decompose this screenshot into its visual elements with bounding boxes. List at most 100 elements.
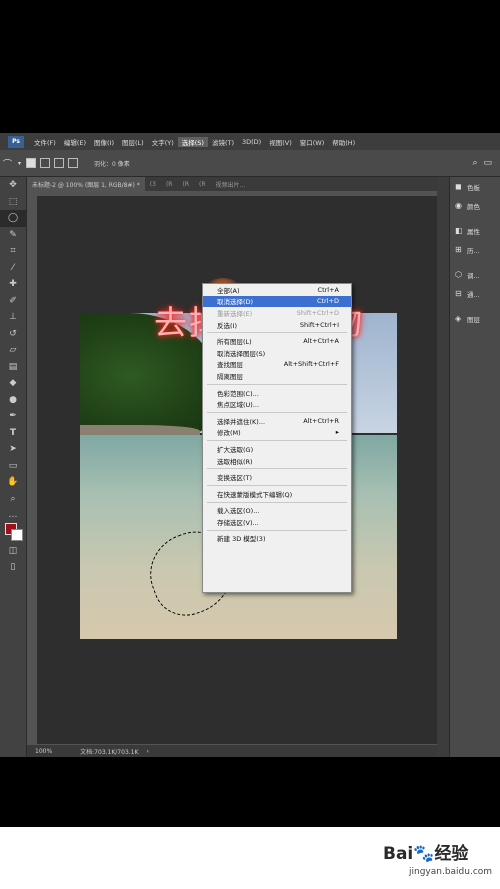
zoom-tool-icon[interactable]: ⌕	[0, 491, 26, 508]
menu-item-label: 选取相似(R)	[217, 457, 253, 466]
select-menu-item[interactable]: 新建 3D 模型(3)	[203, 533, 351, 545]
type-tool-icon[interactable]: T	[0, 425, 26, 442]
document-tab[interactable]: (3	[144, 177, 161, 191]
marquee-tool-icon[interactable]: ⬚	[0, 194, 26, 211]
document-tab[interactable]: 视频出片...	[210, 177, 251, 191]
document-tab[interactable]: (R	[177, 177, 194, 191]
select-menu-item[interactable]: 色彩范围(C)...	[203, 387, 351, 399]
bottom-letterbox	[0, 757, 500, 827]
menu-9[interactable]: 窗口(W)	[296, 137, 329, 147]
menu-item-label: 取消选择图层(S)	[217, 349, 266, 358]
menu-item-label: 所有图层(L)	[217, 338, 252, 347]
panel-label: 属性	[467, 227, 480, 236]
document-tab[interactable]: 未标题-2 @ 100% (图层 1, RGB/8#) *	[27, 177, 145, 191]
select-menu-item[interactable]: 在快速蒙版模式下编辑(Q)	[203, 488, 351, 500]
panel-button[interactable]: ⊞ 历...	[450, 240, 500, 259]
menu-item-label: 重新选择(E)	[217, 309, 253, 318]
move-tool-icon[interactable]: ✥	[0, 177, 26, 194]
tools-panel: ✥ ⬚ ◯ ✎ ⌗ ⁄ ✚ ✐ ⊥ ↺ ▱ ▤ ◆ ● ✒ T ➤ ▭ ✋ ⌕ …	[0, 177, 27, 757]
zoom-level[interactable]: 100%	[35, 748, 52, 755]
quick-mask-icon[interactable]: ◫	[0, 543, 26, 560]
dodge-tool-icon[interactable]: ●	[0, 392, 26, 409]
select-menu-item[interactable]: 取消选择图层(S)	[203, 347, 351, 359]
crop-tool-icon[interactable]: ⌗	[0, 243, 26, 260]
menu-5[interactable]: 选择(S)	[177, 136, 208, 147]
lasso-tool-icon[interactable]: ⌒	[3, 157, 12, 170]
background-color-swatch[interactable]	[11, 529, 23, 541]
panel-label: 图层	[467, 315, 480, 324]
eraser-tool-icon[interactable]: ▱	[0, 342, 26, 359]
select-menu-item[interactable]: 查找图层 Alt+Shift+Ctrl+F	[203, 359, 351, 371]
add-selection-button[interactable]	[40, 158, 51, 168]
select-menu-item[interactable]: 全部(A) Ctrl+A	[203, 284, 351, 296]
more-tools-icon[interactable]: …	[0, 507, 26, 524]
menu-item-label: 焦点区域(U)...	[217, 401, 260, 410]
collapsed-panel-strip	[437, 177, 449, 757]
select-menu-item[interactable]: 选取相似(R)	[203, 455, 351, 467]
menu-3[interactable]: 图层(L)	[118, 137, 148, 147]
panel-button[interactable]: ◈ 图层	[450, 309, 500, 328]
menu-8[interactable]: 视图(V)	[265, 137, 296, 147]
menu-1[interactable]: 编辑(E)	[60, 137, 90, 147]
chevron-down-icon[interactable]: ▾	[18, 160, 21, 167]
panel-label: 历...	[467, 246, 480, 255]
menu-2[interactable]: 图像(I)	[90, 137, 118, 147]
workspace-icon[interactable]: ▭	[483, 158, 492, 168]
panel-button[interactable]: ◧ 属性	[450, 221, 500, 240]
select-menu-item[interactable]: 修改(M) ▸	[203, 427, 351, 439]
select-menu-item[interactable]: 存储选区(V)...	[203, 516, 351, 528]
menu-item-label: 新建 3D 模型(3)	[217, 535, 266, 544]
healing-brush-tool-icon[interactable]: ✚	[0, 276, 26, 293]
gradient-tool-icon[interactable]: ▤	[0, 359, 26, 376]
menu-7[interactable]: 3D(D)	[238, 138, 265, 146]
menu-item-label: 色彩范围(C)...	[217, 389, 259, 398]
hand-tool-icon[interactable]: ✋	[0, 474, 26, 491]
history-brush-tool-icon[interactable]: ↺	[0, 326, 26, 343]
select-menu-item[interactable]: 反选(I) Shift+Ctrl+I	[203, 319, 351, 331]
status-arrow-icon[interactable]: ›	[146, 748, 148, 755]
subtract-selection-button[interactable]	[54, 158, 65, 168]
menu-item-label: 在快速蒙版模式下编辑(Q)	[217, 490, 293, 499]
panel-button[interactable]: ◉ 颜色	[450, 196, 500, 215]
eyedropper-tool-icon[interactable]: ⁄	[0, 260, 26, 277]
search-icon[interactable]: ⌕	[472, 158, 477, 168]
menu-separator	[207, 383, 347, 385]
clone-stamp-tool-icon[interactable]: ⊥	[0, 309, 26, 326]
document-size: 文档:703.1K/703.1K	[80, 748, 139, 756]
panel-button[interactable]: ⬡ 调...	[450, 265, 500, 284]
select-menu-item[interactable]: 扩大选取(G)	[203, 443, 351, 455]
select-menu-item[interactable]: 选择并遮住(K)... Alt+Ctrl+R	[203, 415, 351, 427]
select-menu-item[interactable]: 取消选择(D) Ctrl+D	[203, 295, 351, 308]
path-select-tool-icon[interactable]: ➤	[0, 441, 26, 458]
panel-button[interactable]: ◼ 色板	[450, 177, 500, 196]
document-tab[interactable]: (R	[194, 177, 211, 191]
blur-tool-icon[interactable]: ◆	[0, 375, 26, 392]
intersect-selection-button[interactable]	[68, 158, 79, 168]
select-menu-item[interactable]: 变换选区(T)	[203, 471, 351, 483]
select-menu-item[interactable]: 隔离图层	[203, 370, 351, 382]
panel-label: 调...	[467, 271, 480, 280]
new-selection-button[interactable]	[26, 158, 37, 168]
status-bar: 100% 文档:703.1K/703.1K ›	[27, 745, 437, 757]
pen-tool-icon[interactable]: ✒	[0, 408, 26, 425]
menu-6[interactable]: 滤镜(T)	[208, 137, 238, 147]
panel-dock: ◼ 色板 ◉ 颜色 ◧ 属性 ⊞ 历... ⬡ 调... ⊟ 通... ◈ 图层	[449, 177, 500, 757]
document-tab[interactable]: (R	[160, 177, 178, 191]
select-menu-item[interactable]: 载入选区(O)...	[203, 505, 351, 517]
quick-select-tool-icon[interactable]: ✎	[0, 227, 26, 244]
select-menu-item[interactable]: 所有图层(L) Alt+Ctrl+A	[203, 335, 351, 347]
menu-0[interactable]: 文件(F)	[30, 137, 60, 147]
feather-input[interactable]: 0 像素	[112, 159, 130, 168]
panel-button[interactable]: ⊟ 通...	[450, 284, 500, 303]
brush-tool-icon[interactable]: ✐	[0, 293, 26, 310]
shape-tool-icon[interactable]: ▭	[0, 458, 26, 475]
select-menu-item[interactable]: 焦点区域(U)...	[203, 398, 351, 410]
screen-mode-icon[interactable]: ▯	[0, 559, 26, 576]
watermark: Bai🐾经验 jingyan.baidu.com	[0, 827, 500, 889]
menu-4[interactable]: 文字(Y)	[148, 137, 178, 147]
lasso-tool-icon[interactable]: ◯	[0, 210, 26, 227]
menu-10[interactable]: 帮助(H)	[328, 137, 359, 147]
panel-label: 通...	[467, 290, 480, 299]
select-menu-item[interactable]: 重新选择(E) Shift+Ctrl+D	[203, 307, 351, 319]
menu-item-label: 扩大选取(G)	[217, 445, 254, 454]
